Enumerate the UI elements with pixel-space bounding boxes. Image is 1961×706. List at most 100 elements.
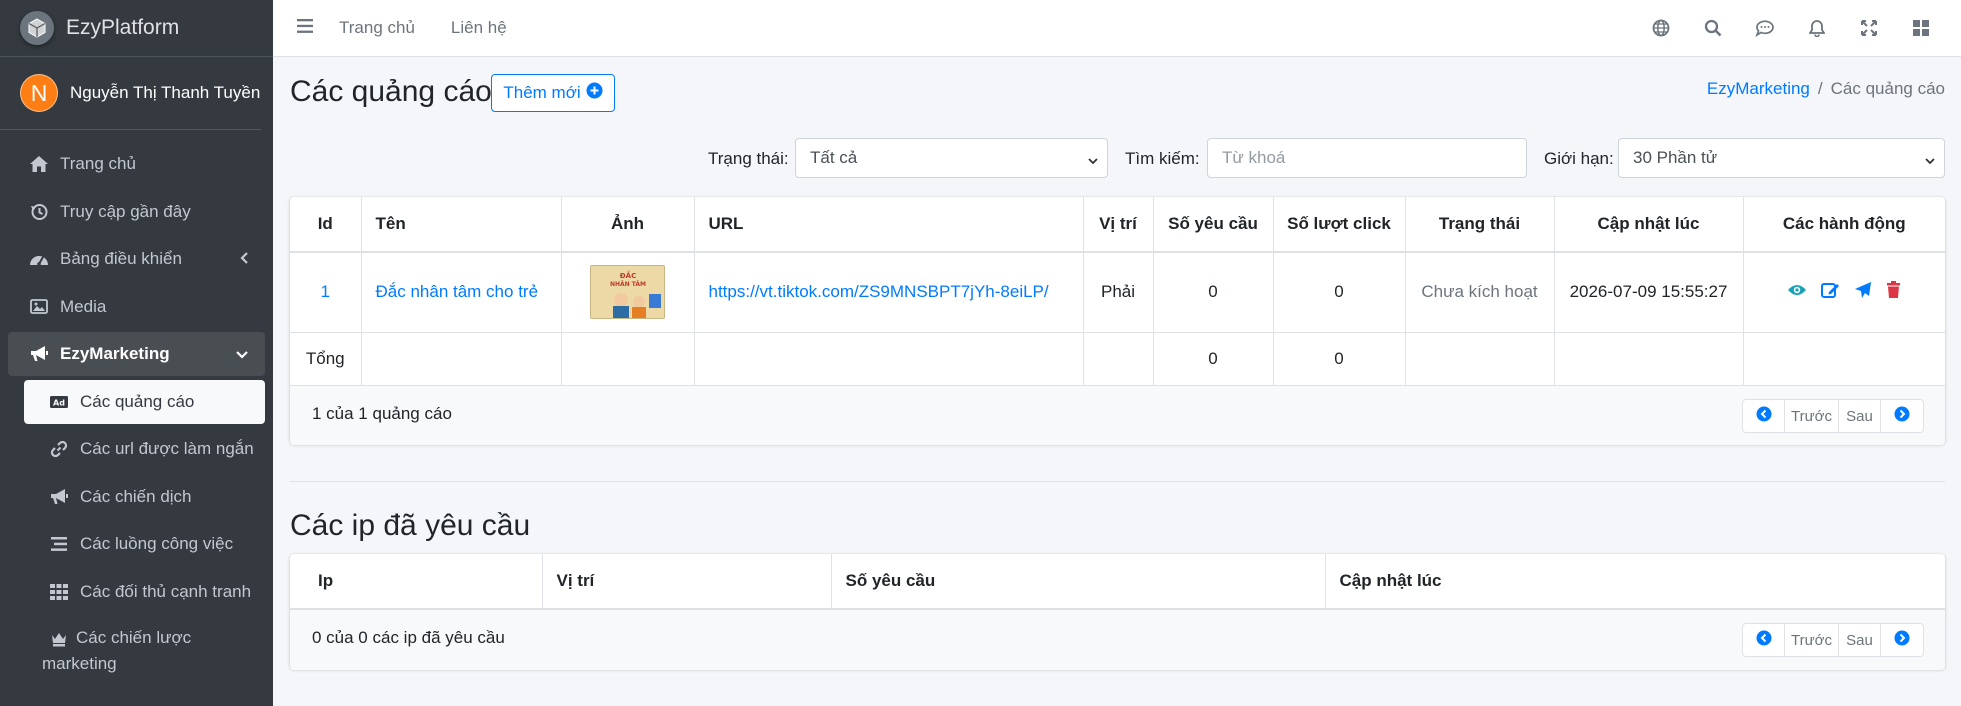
chat-icon[interactable] <box>1739 19 1791 37</box>
sidebar-item-recent[interactable]: Truy cập gần đây <box>8 190 265 234</box>
ips-card-footer: 0 của 0 các ip đã yêu cầu Trước Sau <box>290 610 1945 670</box>
limit-select[interactable]: 30 Phần tử <box>1618 138 1945 178</box>
sidebar-item-label: Trang chủ <box>60 154 136 173</box>
col-header-position: Vị trí <box>542 554 832 610</box>
dashboard-icon <box>28 248 50 270</box>
filters-bar: Trạng thái: Tất cả Tìm kiếm: Từ khoá Giớ… <box>273 138 1961 178</box>
fullscreen-icon[interactable] <box>1843 19 1895 37</box>
ips-section-title: Các ip đã yêu cầu <box>290 509 531 542</box>
sidebar-item-label: Bảng điều khiển <box>60 249 182 268</box>
sidebar-item-label: Các đối thủ cạnh tranh <box>80 581 252 601</box>
user-panel[interactable]: N Nguyễn Thị Thanh Tuyền <box>0 57 261 130</box>
breadcrumb-separator: / <box>1817 79 1823 98</box>
chevron-down-icon <box>1087 152 1099 172</box>
megaphone-icon <box>28 343 50 365</box>
ad-position: Phải <box>1083 252 1154 332</box>
topnav-home-link[interactable]: Trang chủ <box>339 18 415 38</box>
add-new-button[interactable]: Thêm mới <box>491 74 615 112</box>
total-label: Tổng <box>290 331 362 385</box>
sidebar-item-label-wrap: Các chiến lược marketing <box>42 625 265 677</box>
col-header-position: Vị trí <box>1083 197 1154 253</box>
ad-thumbnail-image[interactable]: ĐẮC NHÂN TÂM <box>590 265 665 320</box>
pager-next-button[interactable]: Sau <box>1839 624 1881 656</box>
sidebar-item-workflows[interactable]: Các luồng công việc <box>24 522 265 566</box>
chevron-down-icon <box>235 345 249 365</box>
send-icon[interactable] <box>1854 281 1872 304</box>
chess-icon <box>48 628 70 650</box>
edit-icon[interactable] <box>1821 281 1840 304</box>
ads-table: Id Tên Ảnh URL Vị trí Số yêu cầu Số lượt… <box>290 197 1945 385</box>
sidebar-item-ezymarketing[interactable]: EzyMarketing <box>8 332 265 376</box>
sidebar-item-label: Media <box>60 296 107 316</box>
chevron-down-icon <box>1924 152 1936 172</box>
col-header-status: Trạng thái <box>1405 197 1555 253</box>
col-header-id[interactable]: Id <box>290 197 362 253</box>
delete-icon[interactable] <box>1886 280 1901 304</box>
sidebar-item-label: Các chiến dịch <box>80 486 192 506</box>
col-header-actions: Các hành động <box>1743 197 1945 253</box>
sidebar-item-label: Các quảng cáo <box>80 391 195 411</box>
search-input[interactable]: Từ khoá <box>1207 138 1527 178</box>
sidebar-item-label: EzyMarketing <box>60 344 170 363</box>
grid-icon <box>48 581 70 603</box>
list-icon <box>48 533 70 555</box>
sidebar-item-ads[interactable]: Ad Các quảng cáo <box>24 379 265 424</box>
ads-table-header: Id Tên Ảnh URL Vị trí Số yêu cầu Số lượt… <box>290 197 1945 253</box>
globe-icon[interactable] <box>1635 19 1687 37</box>
ad-updated: 2026-07-09 15:55:27 <box>1554 252 1744 332</box>
sidebar-item-label: Các luồng công việc <box>80 534 234 553</box>
ads-count: 1 của 1 quảng cáo <box>312 404 452 423</box>
pager-prev-button[interactable]: Trước <box>1785 624 1839 656</box>
brand[interactable]: EzyPlatform <box>0 0 273 57</box>
breadcrumb-link-ezymarketing[interactable]: EzyMarketing <box>1707 79 1810 98</box>
brand-logo-icon <box>20 11 54 45</box>
ips-table: Ip Vị trí Số yêu cầu Cập nhật lúc <box>290 554 1945 610</box>
sidebar-item-strategies[interactable]: Các chiến lược marketing <box>24 617 265 679</box>
section-divider <box>290 481 1945 482</box>
plus-circle-icon <box>586 82 603 104</box>
user-name[interactable]: Nguyễn Thị Thanh Tuyền <box>70 83 260 103</box>
arrow-circle-left-icon <box>1756 406 1772 426</box>
sidebar-submenu: Ad Các quảng cáo Các url được làm ngắn C… <box>8 379 265 680</box>
arrow-circle-right-icon <box>1894 406 1910 426</box>
svg-text:ĐẮC: ĐẮC <box>620 270 636 280</box>
sidebar-item-home[interactable]: Trang chủ <box>8 142 265 186</box>
pager-last-button[interactable] <box>1881 400 1923 432</box>
pager-first-button[interactable] <box>1743 400 1785 432</box>
breadcrumb-current: Các quảng cáo <box>1830 79 1945 98</box>
topbar: Trang chủ Liên hệ <box>273 0 1961 57</box>
search-label: Tìm kiếm: <box>1125 149 1200 168</box>
arrow-circle-left-icon <box>1756 630 1772 650</box>
ads-card-footer: 1 của 1 quảng cáo Trước Sau <box>290 385 1945 445</box>
history-icon <box>28 201 50 223</box>
limit-label: Giới hạn: <box>1544 149 1614 168</box>
pager-prev-button[interactable]: Trước <box>1785 400 1839 432</box>
status-filter-select[interactable]: Tất cả <box>795 138 1108 178</box>
search-icon[interactable] <box>1687 19 1739 37</box>
apps-grid-icon[interactable] <box>1895 19 1947 37</box>
sidebar-item-short-urls[interactable]: Các url được làm ngắn <box>24 427 265 471</box>
sidebar-item-campaigns[interactable]: Các chiến dịch <box>24 475 265 519</box>
ad-actions <box>1744 280 1946 304</box>
sidebar-item-media[interactable]: Media <box>8 285 265 329</box>
col-header-image: Ảnh <box>561 197 695 253</box>
ad-id-link[interactable]: 1 <box>321 282 330 301</box>
sidebar-item-competitors[interactable]: Các đối thủ cạnh tranh <box>24 570 265 614</box>
brand-name: EzyPlatform <box>66 16 180 39</box>
menu-toggle-icon[interactable] <box>297 18 313 38</box>
ad-name-link[interactable]: Đắc nhân tâm cho trẻ <box>376 282 539 301</box>
pager-first-button[interactable] <box>1743 624 1785 656</box>
view-icon[interactable] <box>1787 282 1807 302</box>
ads-pagination: Trước Sau <box>1742 399 1924 433</box>
pager-next-button[interactable]: Sau <box>1839 400 1881 432</box>
bell-icon[interactable] <box>1791 19 1843 37</box>
pager-last-button[interactable] <box>1881 624 1923 656</box>
sidebar-item-dashboard[interactable]: Bảng điều khiển <box>8 237 265 281</box>
avatar: N <box>20 74 58 112</box>
page-title: Các quảng cáo <box>290 75 492 108</box>
col-header-name[interactable]: Tên <box>361 197 562 253</box>
ad-url-link[interactable]: https://vt.tiktok.com/ZS9MNSBPT7jYh-8eiL… <box>709 282 1049 301</box>
home-icon <box>28 153 50 175</box>
ad-requests: 0 <box>1153 252 1274 332</box>
topnav-contact-link[interactable]: Liên hệ <box>451 18 507 38</box>
